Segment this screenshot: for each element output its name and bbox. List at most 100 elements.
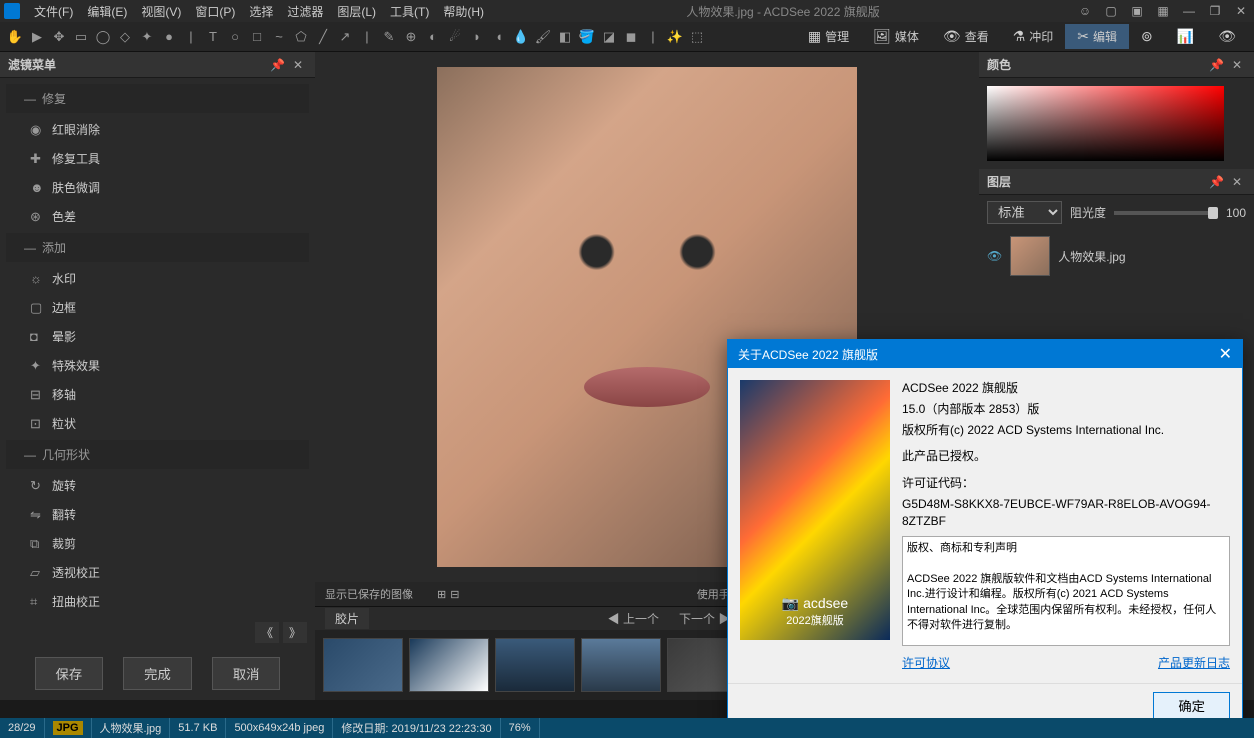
- layout2-icon[interactable]: ▣: [1128, 4, 1146, 18]
- color-field[interactable]: [987, 86, 1224, 161]
- filter-watermark[interactable]: ☼水印: [0, 264, 315, 293]
- curve-tool-icon[interactable]: ~: [270, 28, 288, 46]
- user-icon[interactable]: ☺: [1076, 4, 1094, 18]
- mode-extra3[interactable]: 👁: [1206, 24, 1248, 49]
- wand-tool-icon[interactable]: ✦: [138, 28, 156, 46]
- saved-image-label[interactable]: 显示已保存的图像: [325, 586, 413, 602]
- next-panel-icon[interactable]: 》: [283, 622, 307, 643]
- eraser-icon[interactable]: ◪: [600, 28, 618, 46]
- mode-media[interactable]: 🖼媒体: [861, 24, 931, 49]
- prev-image[interactable]: ◀ 上一个: [608, 610, 659, 627]
- close-icon[interactable]: ✕: [1232, 4, 1250, 18]
- filter-list[interactable]: —修复 ◉红眼消除 ✚修复工具 ☻肤色微调 ⊛色差 —添加 ☼水印 ▢边框 ◘晕…: [0, 78, 315, 618]
- layer-row[interactable]: 👁 人物效果.jpg: [979, 230, 1254, 282]
- pointer-tool-icon[interactable]: ▶: [28, 28, 46, 46]
- mode-develop[interactable]: ⚗冲印: [1001, 24, 1066, 49]
- menu-tools[interactable]: 工具(T): [384, 1, 435, 22]
- compare-icon[interactable]: ⊞: [437, 588, 446, 601]
- filter-perspective[interactable]: ▱透视校正: [0, 558, 315, 587]
- filter-flip[interactable]: ⇋翻转: [0, 500, 315, 529]
- thumbnail[interactable]: [495, 638, 575, 692]
- save-button[interactable]: 保存: [35, 657, 104, 690]
- done-button[interactable]: 完成: [123, 657, 192, 690]
- mode-extra2[interactable]: 📊: [1165, 24, 1206, 49]
- menu-help[interactable]: 帮助(H): [437, 1, 490, 22]
- filter-vignette[interactable]: ◘晕影: [0, 322, 315, 351]
- ai-tool-icon[interactable]: ✨: [666, 28, 684, 46]
- slider-knob[interactable]: [1208, 207, 1218, 219]
- hand-tool-icon[interactable]: ✋: [6, 28, 24, 46]
- pin-icon[interactable]: 📌: [266, 58, 289, 72]
- burn-icon[interactable]: ◗: [468, 28, 486, 46]
- paint-tool-icon[interactable]: 🖌: [534, 28, 552, 46]
- fill-tool-icon[interactable]: 🪣: [578, 28, 596, 46]
- rect-select-icon[interactable]: ▭: [72, 28, 90, 46]
- dodge-icon[interactable]: ◖: [490, 28, 508, 46]
- filter-border[interactable]: ▢边框: [0, 293, 315, 322]
- mode-edit[interactable]: ✂编辑: [1065, 24, 1129, 49]
- filter-distort[interactable]: ⌗扭曲校正: [0, 587, 315, 616]
- blur-tool-icon[interactable]: 💧: [512, 28, 530, 46]
- section-geometry[interactable]: —几何形状: [6, 440, 309, 469]
- filter-tiltshift[interactable]: ⊟移轴: [0, 380, 315, 409]
- notice-box[interactable]: 版权、商标和专利声明 ACDSee 2022 旗舰版软件和文档由ACD Syst…: [902, 536, 1230, 646]
- dialog-close-icon[interactable]: ✕: [1219, 344, 1232, 364]
- opacity-slider[interactable]: [1114, 211, 1218, 215]
- poly-shape-icon[interactable]: ⬠: [292, 28, 310, 46]
- color-picker[interactable]: [979, 78, 1254, 169]
- menu-select[interactable]: 选择: [243, 1, 279, 22]
- changelog-link[interactable]: 产品更新日志: [1158, 654, 1230, 671]
- dialog-titlebar[interactable]: 关于ACDSee 2022 旗舰版 ✕: [728, 340, 1242, 368]
- thumbnail[interactable]: [581, 638, 661, 692]
- filter-grain[interactable]: ⊡粒状: [0, 409, 315, 438]
- menu-view[interactable]: 视图(V): [135, 1, 187, 22]
- menu-filter[interactable]: 过滤器: [281, 1, 329, 22]
- text-tool-icon[interactable]: T: [204, 28, 222, 46]
- section-add[interactable]: —添加: [6, 233, 309, 262]
- filter-repair[interactable]: ✚修复工具: [0, 144, 315, 173]
- mode-view[interactable]: 👁查看: [931, 24, 1001, 49]
- close-panel-icon[interactable]: ✕: [1228, 58, 1246, 72]
- ok-button[interactable]: 确定: [1153, 692, 1230, 719]
- filter-redeye[interactable]: ◉红眼消除: [0, 115, 315, 144]
- poly-tool-icon[interactable]: ◇: [116, 28, 134, 46]
- layout1-icon[interactable]: ▢: [1102, 4, 1120, 18]
- close-panel-icon[interactable]: ✕: [289, 58, 307, 72]
- section-repair[interactable]: —修复: [6, 84, 309, 113]
- pin-icon[interactable]: 📌: [1205, 58, 1228, 72]
- license-agreement-link[interactable]: 许可协议: [902, 654, 950, 671]
- thumbnail[interactable]: [409, 638, 489, 692]
- eyedrop-icon[interactable]: ✎: [380, 28, 398, 46]
- filter-skin[interactable]: ☻肤色微调: [0, 173, 315, 202]
- brush-select-icon[interactable]: ●: [160, 28, 178, 46]
- ellipse-tool-icon[interactable]: ○: [226, 28, 244, 46]
- menu-window[interactable]: 窗口(P): [189, 1, 241, 22]
- minimize-icon[interactable]: —: [1180, 4, 1198, 18]
- maximize-icon[interactable]: ❐: [1206, 4, 1224, 18]
- menu-file[interactable]: 文件(F): [28, 1, 79, 22]
- menu-edit[interactable]: 编辑(E): [81, 1, 133, 22]
- close-panel-icon[interactable]: ✕: [1228, 175, 1246, 189]
- filter-crop[interactable]: ⧉裁剪: [0, 529, 315, 558]
- heal-tool-icon[interactable]: ◐: [424, 28, 442, 46]
- visibility-icon[interactable]: 👁: [987, 249, 1002, 263]
- ai-select-icon[interactable]: ⬚: [688, 28, 706, 46]
- filter-chroma[interactable]: ⊛色差: [0, 202, 315, 231]
- filter-rotate[interactable]: ↻旋转: [0, 471, 315, 500]
- color-swatch-icon[interactable]: ◼: [622, 28, 640, 46]
- smudge-icon[interactable]: ☄: [446, 28, 464, 46]
- cancel-button[interactable]: 取消: [212, 657, 281, 690]
- arrow-tool-icon[interactable]: ↗: [336, 28, 354, 46]
- blend-mode-select[interactable]: 标准: [987, 201, 1062, 224]
- filmstrip-tab[interactable]: 胶片: [325, 608, 369, 629]
- lasso-tool-icon[interactable]: ◯: [94, 28, 112, 46]
- rect-tool-icon[interactable]: □: [248, 28, 266, 46]
- thumbnail[interactable]: [323, 638, 403, 692]
- split-icon[interactable]: ⊟: [450, 588, 459, 601]
- menu-layer[interactable]: 图层(L): [331, 1, 382, 22]
- line-tool-icon[interactable]: ╱: [314, 28, 332, 46]
- pin-icon[interactable]: 📌: [1205, 175, 1228, 189]
- layout3-icon[interactable]: ▦: [1154, 4, 1172, 18]
- move-tool-icon[interactable]: ✥: [50, 28, 68, 46]
- mode-manage[interactable]: ▦管理: [796, 24, 861, 49]
